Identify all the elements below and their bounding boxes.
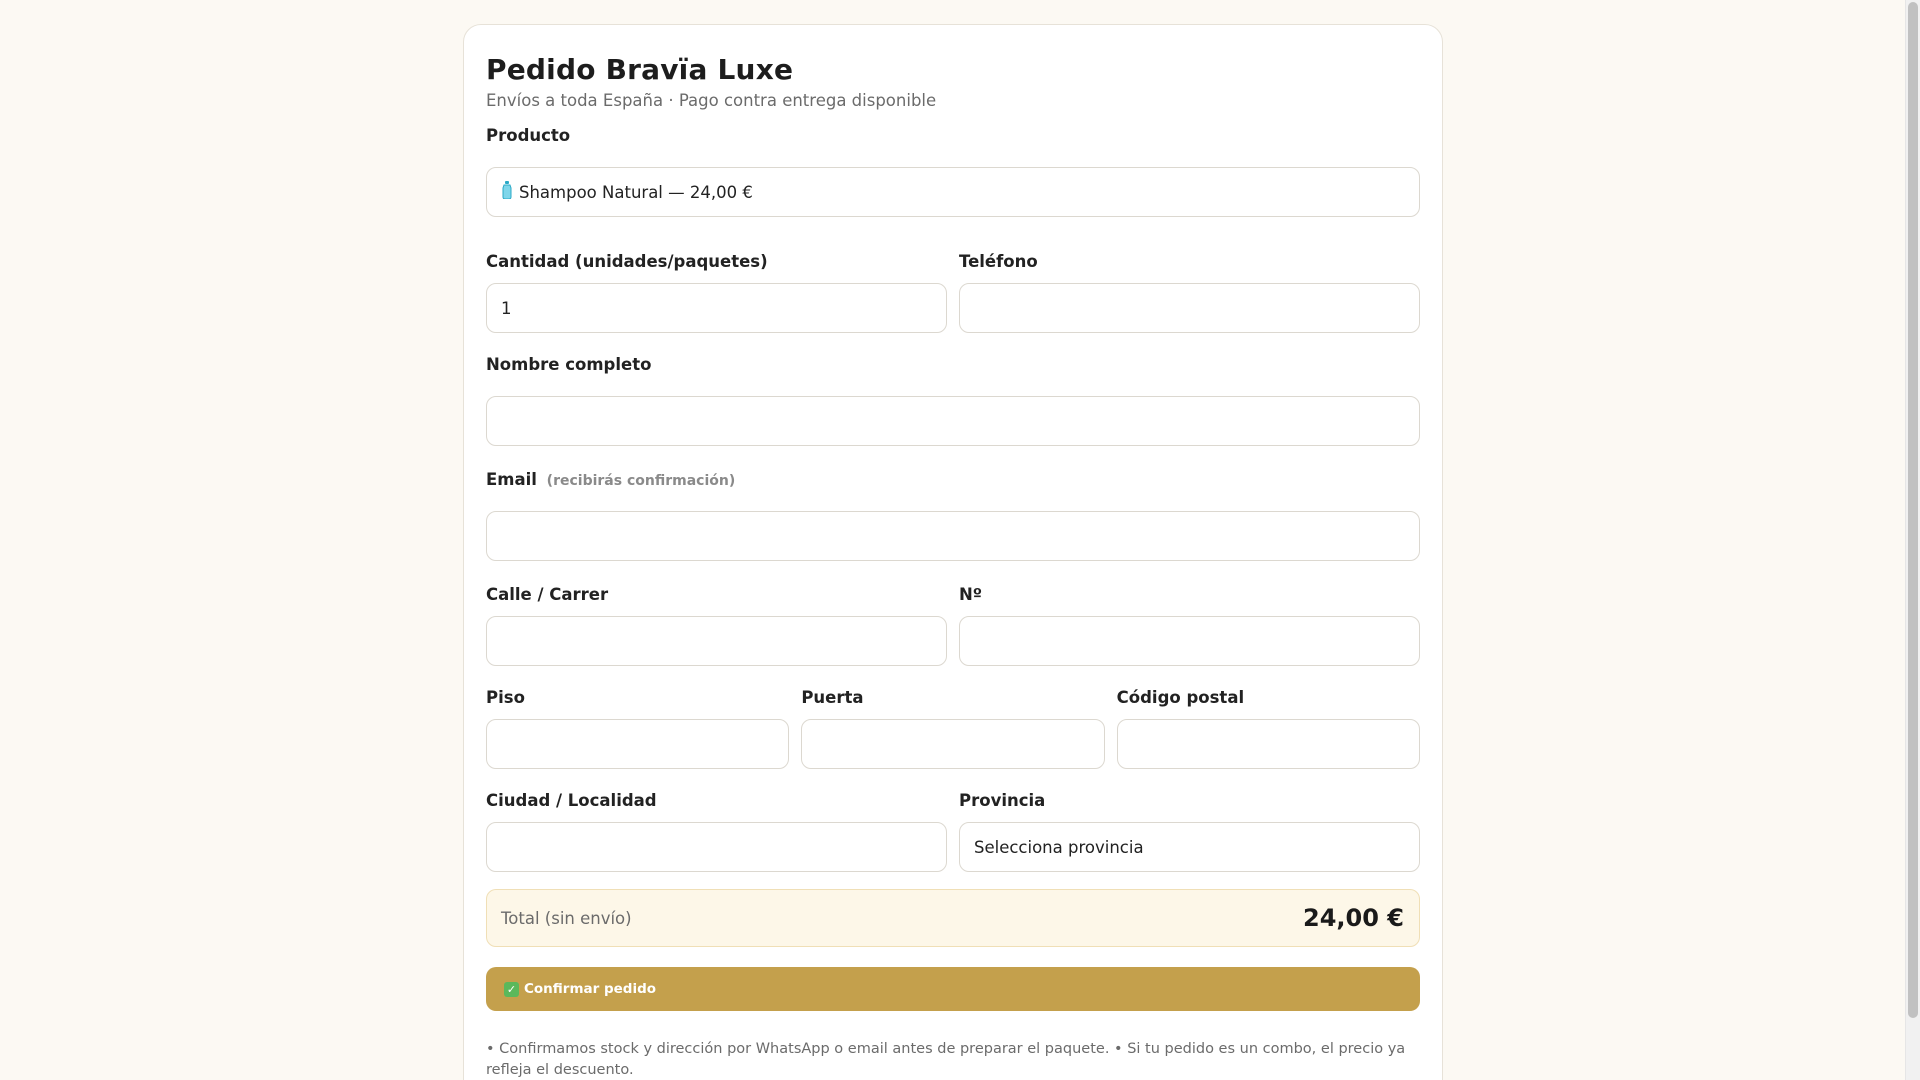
city-label: Ciudad / Localidad [486,791,657,810]
page-subtitle: Envíos a toda España · Pago contra entre… [486,91,937,110]
email-section: Email (recibirás confirmación) [486,469,1420,561]
scrollbar-thumb[interactable] [1908,2,1918,1018]
street-label: Calle / Carrer [486,585,609,604]
phone-input[interactable] [959,283,1420,333]
door-group: Puerta [801,687,1105,769]
province-group: Provincia Selecciona provincia [959,790,1420,872]
street-number-input[interactable] [959,616,1420,666]
floor-label: Piso [486,688,525,707]
street-number-row: Calle / Carrer Nº [486,584,1420,666]
phone-label: Teléfono [959,252,1038,271]
bottle-icon [501,181,513,203]
full-name-input[interactable] [486,396,1420,446]
page: Pedido Bravïa Luxe Envíos a toda España … [0,0,1920,1080]
number-group: Nº [959,584,1420,666]
check-icon: ✓ [504,981,519,997]
name-label: Nombre completo [486,355,652,374]
scrollbar[interactable] [1905,0,1920,1080]
postal-code-group: Código postal [1116,687,1420,769]
total-box: Total (sin envío) 24,00 € [486,889,1420,947]
door-label: Puerta [801,688,864,707]
floor-group: Piso [486,687,790,769]
confirm-section: ✓ Confirmar pedido [486,967,1420,1011]
total-section: Total (sin envío) 24,00 € [486,889,1420,947]
bottle-icon-svg [502,181,512,200]
total-value: 24,00 € [1303,904,1404,932]
footnote: • Confirmamos stock y dirección por What… [486,1041,1406,1078]
name-section: Nombre completo [486,354,1420,446]
total-label: Total (sin envío) [501,908,632,928]
door-input[interactable] [801,719,1105,769]
product-section: Producto Shampoo Natural — 24,00 € [486,125,1420,217]
email-input[interactable] [486,511,1420,561]
quantity-phone-row: Cantidad (unidades/paquetes) Teléfono [486,251,1420,333]
city-province-row: Ciudad / Localidad Provincia Selecciona … [486,790,1420,872]
province-label: Provincia [959,791,1046,810]
number-label: Nº [959,585,983,604]
phone-group: Teléfono [959,251,1420,333]
quantity-label: Cantidad (unidades/paquetes) [486,252,768,271]
product-label: Producto [486,126,571,145]
postal-code-label: Código postal [1116,688,1245,707]
confirm-order-button[interactable]: ✓ Confirmar pedido [486,967,1420,1011]
page-title: Pedido Bravïa Luxe [486,53,794,86]
floor-input[interactable] [486,719,790,769]
footnote-section: • Confirmamos stock y dirección por What… [486,1039,1420,1080]
product-select-value: Shampoo Natural — 24,00 € [519,182,753,202]
email-label-hint: (recibirás confirmación) [546,473,736,489]
floor-door-postal-row: Piso Puerta Código postal [486,687,1420,769]
province-select-value: Selecciona provincia [974,837,1144,857]
quantity-input[interactable] [486,283,947,333]
postal-code-input[interactable] [1116,719,1420,769]
product-select[interactable]: Shampoo Natural — 24,00 € [486,167,1420,217]
order-form-card: Pedido Bravïa Luxe Envíos a toda España … [463,24,1443,1080]
email-label: Email (recibirás confirmación) [486,469,1420,492]
city-input[interactable] [486,822,947,872]
street-input[interactable] [486,616,947,666]
street-group: Calle / Carrer [486,584,947,666]
quantity-group: Cantidad (unidades/paquetes) [486,251,947,333]
confirm-order-label: Confirmar pedido [524,981,657,997]
email-label-text: Email [486,470,537,489]
province-select[interactable]: Selecciona provincia [959,822,1420,872]
city-group: Ciudad / Localidad [486,790,947,872]
